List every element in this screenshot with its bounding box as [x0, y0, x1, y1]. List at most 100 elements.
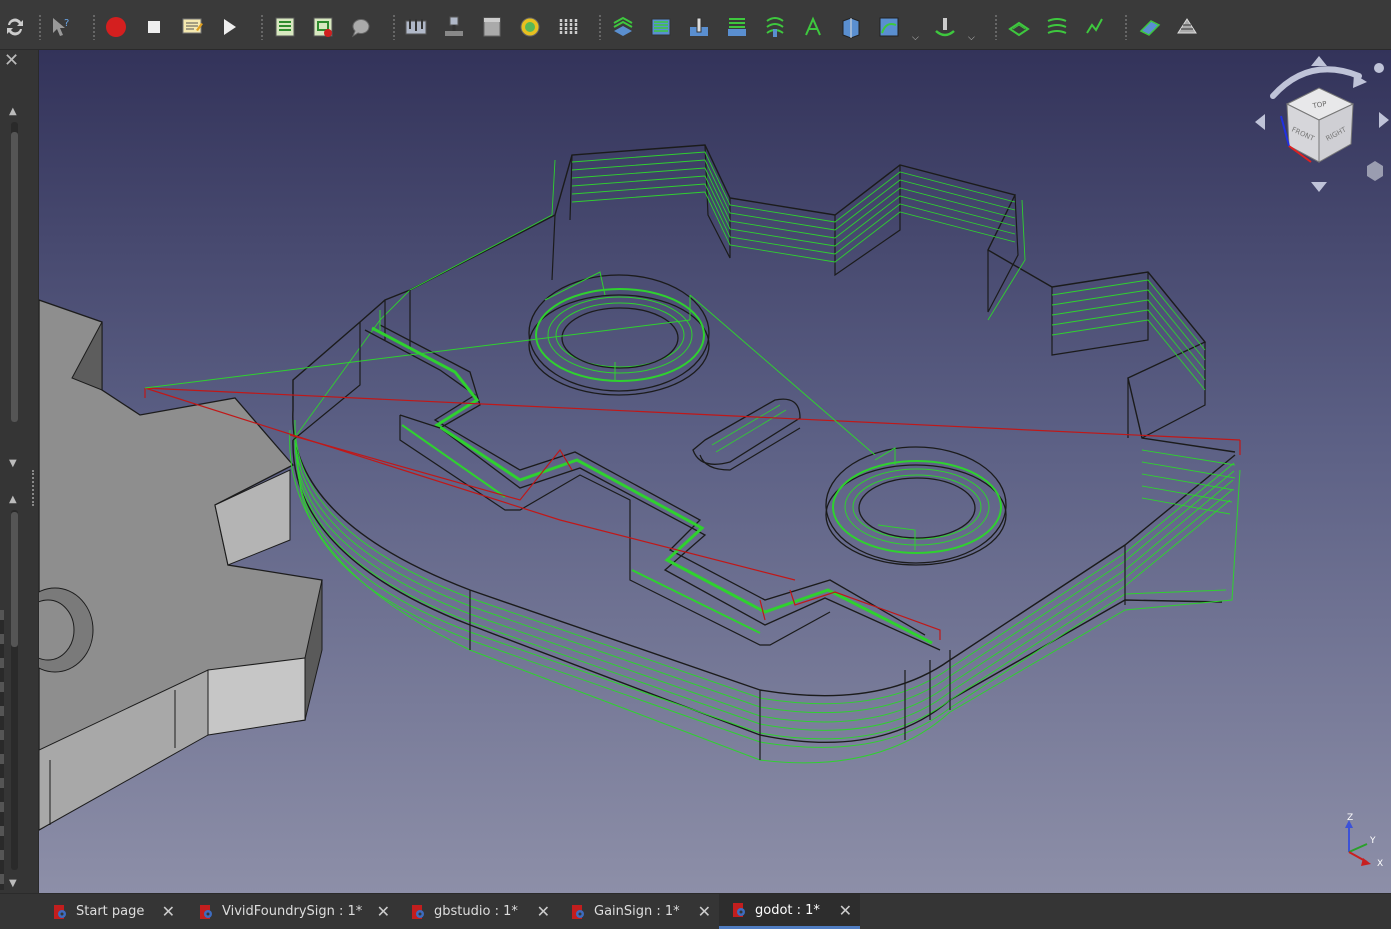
tab-gainsign[interactable]: GainSign : 1* ✕: [558, 894, 719, 929]
adaptive-button[interactable]: [874, 12, 904, 42]
waterline-button[interactable]: [1042, 12, 1072, 42]
navigation-cube-graphic[interactable]: TOP FRONT RIGHT: [1249, 56, 1389, 196]
slot-icon: [1086, 18, 1103, 34]
record-macro-button[interactable]: [101, 12, 131, 42]
close-tab-icon[interactable]: ✕: [839, 901, 852, 920]
surface-button[interactable]: [1004, 12, 1034, 42]
3d-viewport[interactable]: TOP FRONT RIGHT Z Y X: [39, 50, 1391, 893]
stock-button[interactable]: [477, 12, 507, 42]
job-button[interactable]: [270, 12, 300, 42]
close-panel-icon[interactable]: ✕: [4, 50, 19, 71]
gear-model[interactable]: [39, 299, 323, 831]
navigation-cube[interactable]: TOP FRONT RIGHT: [1249, 56, 1389, 196]
adaptive-dropdown-arrow[interactable]: ⌵: [912, 34, 922, 43]
right-eye-ring[interactable]: [825, 446, 1007, 566]
drilling-button[interactable]: [684, 12, 714, 42]
profile-button[interactable]: [608, 12, 638, 42]
rotate-right-side-arrow-icon[interactable]: [1379, 112, 1389, 128]
pocket-icon: [651, 18, 671, 36]
record-macro-icon: [106, 17, 126, 37]
tool-controller-button[interactable]: [515, 12, 545, 42]
combo-view-collapsed-panel: ✕ ▲ ▼ ▲ ▼: [0, 50, 39, 893]
array-button[interactable]: [553, 12, 583, 42]
slot-button[interactable]: [1080, 12, 1110, 42]
close-tab-icon[interactable]: ✕: [537, 902, 550, 921]
scroll-down-arrow-icon[interactable]: ▼: [9, 878, 17, 889]
panel-splitter-handle[interactable]: [32, 470, 37, 506]
inspect-button[interactable]: [1172, 12, 1202, 42]
execute-macro-button[interactable]: [214, 12, 244, 42]
toolbit-library-icon: [405, 19, 427, 35]
crown-profile-toolpath[interactable]: [292, 151, 1236, 515]
engrave-icon: [805, 16, 821, 36]
refresh-icon: [7, 18, 23, 36]
sanity-check-button[interactable]: [346, 12, 376, 42]
close-tab-icon[interactable]: ✕: [377, 902, 390, 921]
deburr-button[interactable]: [836, 12, 866, 42]
freecad-document-icon: [200, 904, 212, 919]
nose-slot[interactable]: [692, 398, 801, 471]
toolbar-separator: [994, 14, 998, 40]
tab-label: Start page: [76, 904, 145, 919]
stop-macro-button[interactable]: [139, 12, 169, 42]
view-menu-icon[interactable]: [1374, 63, 1384, 73]
simulator-button[interactable]: [1135, 12, 1165, 42]
orthographic-toggle-icon[interactable]: [1367, 161, 1383, 181]
adaptive-icon: [879, 17, 899, 37]
dressup-dropdown-arrow[interactable]: ⌵: [968, 34, 978, 43]
rotate-up-arrow-icon[interactable]: [1311, 56, 1327, 66]
refresh-button[interactable]: [0, 12, 30, 42]
face-button[interactable]: [722, 12, 752, 42]
scroll-up-arrow-icon[interactable]: ▲: [9, 106, 17, 117]
dressup-icon: [935, 18, 955, 37]
godot-model[interactable]: [289, 144, 1241, 764]
left-eye-ring[interactable]: [528, 271, 710, 396]
scroll-up-arrow-icon[interactable]: ▲: [9, 494, 17, 505]
toolbit-editor-button[interactable]: [439, 12, 469, 42]
deburr-icon: [842, 17, 860, 39]
whats-this-button[interactable]: ?: [46, 12, 76, 42]
sanity-check-icon: [351, 19, 370, 38]
toolbit-library-button[interactable]: [401, 12, 431, 42]
tab-gbstudio[interactable]: gbstudio : 1* ✕: [398, 894, 558, 929]
close-tab-icon[interactable]: ✕: [698, 902, 711, 921]
surface-icon: [1008, 21, 1030, 37]
waterline-icon: [1047, 18, 1067, 34]
axis-cross-indicator: Z Y X: [1337, 812, 1389, 870]
tab-godot[interactable]: godot : 1* ✕: [719, 894, 860, 929]
axis-x-label: X: [1377, 859, 1383, 869]
rotate-left-side-arrow-icon[interactable]: [1255, 114, 1265, 130]
mouth-pocket[interactable]: [364, 324, 941, 651]
pocket-button[interactable]: [646, 12, 676, 42]
outer-profile-toolpath[interactable]: [289, 419, 1241, 764]
freecad-document-icon: [733, 903, 745, 917]
engrave-button[interactable]: [798, 12, 828, 42]
rotate-down-arrow-icon[interactable]: [1311, 182, 1327, 192]
scroll-down-arrow-icon[interactable]: ▼: [9, 458, 17, 469]
dressup-button[interactable]: [930, 12, 960, 42]
execute-macro-icon: [224, 19, 236, 35]
lower-scrollbar-thumb[interactable]: [11, 512, 18, 647]
job-icon: [275, 17, 295, 37]
tab-vividfoundrysign[interactable]: VividFoundrySign : 1* ✕: [186, 894, 398, 929]
post-process-button[interactable]: [308, 12, 338, 42]
upper-scrollbar-thumb[interactable]: [11, 132, 18, 422]
macros-button[interactable]: [177, 12, 207, 42]
close-tab-icon[interactable]: ✕: [162, 902, 175, 921]
whats-this-icon: ?: [53, 18, 69, 36]
drilling-icon: [690, 17, 708, 36]
tab-start-page[interactable]: Start page ✕: [40, 894, 183, 929]
main-toolbar: ? ⌵ ⌵: [0, 0, 1391, 50]
tool-controller-icon: [520, 17, 540, 37]
macros-icon: [182, 18, 203, 34]
face-icon: [728, 18, 746, 36]
inspect-icon: [1177, 18, 1197, 34]
toolbar-separator: [260, 14, 264, 40]
svg-text:?: ?: [64, 18, 69, 29]
toolbar-separator: [38, 14, 42, 40]
cam-scene[interactable]: [39, 50, 1391, 893]
freecad-document-icon: [54, 904, 66, 919]
document-tab-bar: Start page ✕ VividFoundrySign : 1* ✕ gbs…: [0, 893, 1391, 929]
helix-button[interactable]: [760, 12, 790, 42]
stock-icon: [483, 17, 501, 37]
